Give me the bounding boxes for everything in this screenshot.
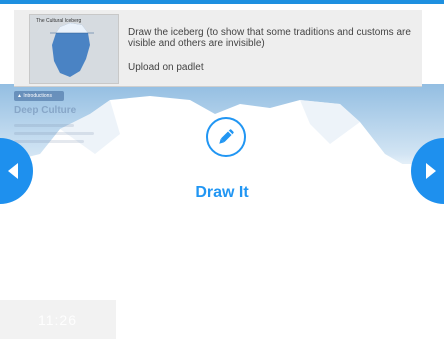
task-instruction: Draw the iceberg (to show that some trad… <box>128 27 411 49</box>
iceberg-thumbnail-art <box>30 15 118 83</box>
deep-culture-heading: Deep Culture <box>14 105 77 116</box>
upload-instruction: Upload on padlet <box>128 62 204 73</box>
iceberg-thumbnail: The Cultural Iceberg <box>29 14 119 84</box>
introductions-pill: ▲ Introductions <box>14 91 64 101</box>
faded-text-line <box>14 132 94 135</box>
chevron-left-icon <box>8 163 18 179</box>
faded-text-line <box>14 140 84 143</box>
slide-panel: The Cultural Iceberg Draw the iceberg (t… <box>0 4 444 339</box>
faded-text-line <box>14 124 74 127</box>
chevron-right-icon <box>426 163 436 179</box>
task-card: The Cultural Iceberg Draw the iceberg (t… <box>14 10 422 87</box>
timer-panel: 11:26 <box>0 300 116 339</box>
thumbnail-title: The Cultural Iceberg <box>36 18 82 24</box>
pencil-icon[interactable] <box>206 117 246 157</box>
timer-value: 11:26 <box>38 312 77 328</box>
draw-it-label[interactable]: Draw It <box>172 184 272 202</box>
